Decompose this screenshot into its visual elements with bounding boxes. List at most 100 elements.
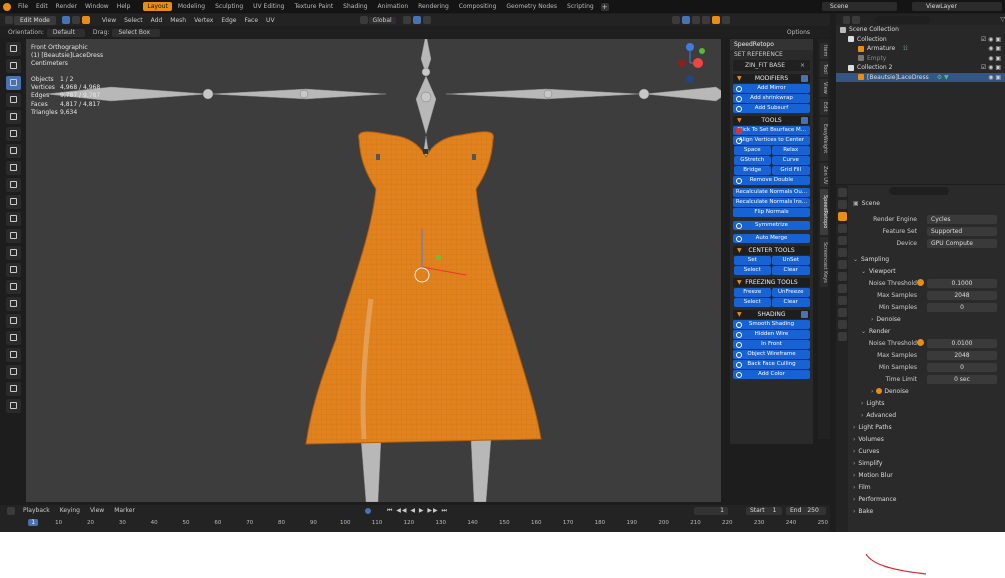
data-properties-icon[interactable]: [837, 320, 847, 329]
grid-fill-button[interactable]: Grid Fill: [772, 166, 810, 175]
performance-panel[interactable]: › Performance: [849, 493, 1005, 505]
simplify-panel[interactable]: › Simplify: [849, 457, 1005, 469]
shear-tool[interactable]: [5, 364, 21, 379]
poly-build-tool[interactable]: [5, 279, 21, 294]
tab-zen-uv[interactable]: Zen UV: [820, 163, 828, 187]
smooth-tool[interactable]: [5, 313, 21, 328]
align-vertices-button[interactable]: Align Vertices to Center: [733, 136, 810, 145]
tab-geometry-nodes[interactable]: Geometry Nodes: [502, 2, 561, 11]
center-select-button[interactable]: Select: [733, 266, 771, 275]
outliner-row-collection-2[interactable]: Collection 2 ☑ ◉ ▣: [836, 63, 1005, 73]
visibility-icon[interactable]: ☑ ◉ ▣: [981, 64, 1001, 71]
menu-file[interactable]: File: [14, 3, 32, 10]
menu-view[interactable]: View: [98, 17, 120, 24]
add-shrinkwrap-button[interactable]: Add shrinkwrap: [733, 94, 810, 103]
tools-header[interactable]: ▼ TOOLS: [733, 116, 810, 125]
tab-tool[interactable]: Tool: [820, 61, 828, 77]
pivot-icon[interactable]: [402, 16, 411, 24]
back-face-culling-button[interactable]: Back Face Culling: [733, 360, 810, 369]
menu-render[interactable]: Render: [52, 3, 81, 10]
add-subsurf-button[interactable]: Add Subsurf: [733, 104, 810, 113]
tab-layout[interactable]: Layout: [143, 2, 172, 11]
extrude-tool[interactable]: [5, 194, 21, 209]
face-select-icon[interactable]: [81, 16, 90, 24]
edge-slide-tool[interactable]: [5, 330, 21, 345]
modifiers-header[interactable]: ▼ MODIFIERS: [733, 74, 810, 83]
freezing-tools-header[interactable]: ▼ FREEZING TOOLS: [733, 278, 810, 287]
add-cube-tool[interactable]: [5, 177, 21, 192]
filter-icon[interactable]: ▽: [1000, 16, 1005, 23]
menu-edge[interactable]: Edge: [217, 17, 240, 24]
shading-wire-icon[interactable]: [691, 16, 700, 24]
3d-viewport[interactable]: [26, 39, 721, 502]
outliner-row-scene-collection[interactable]: Scene Collection: [836, 25, 1005, 35]
add-workspace-button[interactable]: +: [600, 2, 609, 11]
tab-modeling[interactable]: Modeling: [174, 2, 209, 11]
reference-object-field[interactable]: ZIN_FIT BASE ×: [733, 60, 810, 71]
noise-threshold-checkbox[interactable]: [917, 279, 924, 286]
add-mirror-button[interactable]: Add Mirror: [733, 84, 810, 93]
select-box-tool[interactable]: [5, 41, 21, 56]
device-dropdown[interactable]: GPU Compute: [927, 238, 997, 248]
render-engine-dropdown[interactable]: Cycles: [927, 214, 997, 224]
curves-panel[interactable]: › Curves: [849, 445, 1005, 457]
outliner-row-empty[interactable]: Empty ◉ ▣: [836, 54, 1005, 64]
tab-uv-editing[interactable]: UV Editing: [249, 2, 288, 11]
tab-item[interactable]: Item: [820, 43, 828, 59]
r-denoise-header[interactable]: › Denoise: [849, 385, 1005, 397]
film-panel[interactable]: › Film: [849, 481, 1005, 493]
menu-help[interactable]: Help: [113, 3, 135, 10]
output-properties-icon[interactable]: [837, 212, 847, 221]
orientation-icon[interactable]: [359, 16, 368, 24]
gstretch-button[interactable]: GStretch: [733, 156, 771, 165]
spin-tool[interactable]: [5, 296, 21, 311]
shading-material-icon[interactable]: [711, 16, 720, 24]
menu-playback[interactable]: Playback: [23, 507, 50, 514]
speedretopo-title[interactable]: SpeedRetopo: [730, 39, 813, 50]
rip-region-tool[interactable]: [5, 381, 21, 396]
shrink-fatten-tool[interactable]: [5, 347, 21, 362]
time-limit-field[interactable]: 0 sec: [927, 374, 997, 384]
snap-icon[interactable]: [412, 16, 421, 24]
tab-edit[interactable]: Edit: [820, 99, 828, 115]
inset-tool[interactable]: [5, 211, 21, 226]
freeze-clear-button[interactable]: Clear: [772, 298, 810, 307]
vp-denoise-header[interactable]: › Denoise: [849, 313, 1005, 325]
timeline-editor-icon[interactable]: [7, 506, 15, 515]
tool-properties-icon[interactable]: [837, 188, 847, 197]
menu-window[interactable]: Window: [81, 3, 113, 10]
physics-icon[interactable]: [837, 296, 847, 305]
remove-double-button[interactable]: Remove Double: [733, 176, 810, 185]
scene-properties-icon[interactable]: [837, 236, 847, 245]
r-min-samples-field[interactable]: 0: [927, 362, 997, 372]
world-properties-icon[interactable]: [837, 248, 847, 257]
modifier-properties-icon[interactable]: [837, 272, 847, 281]
menu-select[interactable]: Select: [120, 17, 147, 24]
knife-tool[interactable]: [5, 262, 21, 277]
space-button[interactable]: Space: [733, 146, 771, 155]
tab-speedretopo[interactable]: SpeedRetopo: [820, 189, 828, 235]
tab-animation[interactable]: Animation: [374, 2, 413, 11]
view-layer-icon[interactable]: [837, 224, 847, 233]
xray-icon[interactable]: [681, 16, 690, 24]
viewport-subpanel-header[interactable]: ⌄ Viewport: [849, 265, 1005, 277]
transform-orientation-selector[interactable]: Global: [368, 16, 396, 24]
center-set-button[interactable]: Set: [733, 256, 771, 265]
flip-normals-button[interactable]: Flip Normals: [733, 208, 810, 217]
tab-shading[interactable]: Shading: [339, 2, 371, 11]
playhead[interactable]: 1: [28, 519, 39, 526]
r-max-samples-field[interactable]: 2048: [927, 350, 997, 360]
record-icon[interactable]: [364, 507, 371, 514]
options-dropdown[interactable]: Options: [787, 29, 810, 36]
volumes-panel[interactable]: › Volumes: [849, 433, 1005, 445]
bake-panel[interactable]: › Bake: [849, 505, 1005, 517]
move-tool[interactable]: [5, 75, 21, 90]
tab-rendering[interactable]: Rendering: [414, 2, 453, 11]
recalculate-normals-outside-button[interactable]: Recalculate Normals Ou...: [733, 188, 810, 197]
shading-rendered-icon[interactable]: [721, 16, 730, 24]
scale-tool[interactable]: [5, 109, 21, 124]
measure-tool[interactable]: [5, 160, 21, 175]
rotate-tool[interactable]: [5, 92, 21, 107]
overlay-icon[interactable]: [671, 16, 680, 24]
relax-button[interactable]: Relax: [772, 146, 810, 155]
